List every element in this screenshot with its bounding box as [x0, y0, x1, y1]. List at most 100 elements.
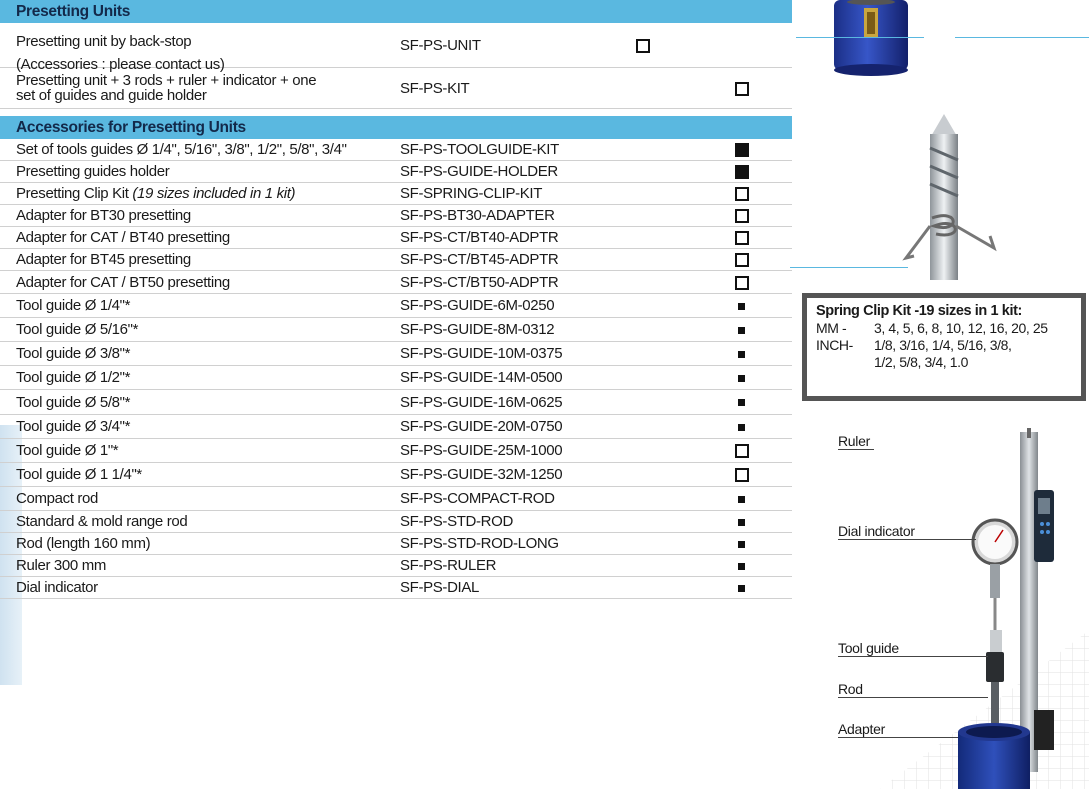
- desc-text: Tool guide Ø 3/8"*: [16, 345, 131, 362]
- table-row: Presetting unit by back-stop (Accessorie…: [0, 23, 792, 73]
- table-row: Ruler 300 mm SF-PS-RULER: [0, 555, 792, 577]
- small-square-icon: [738, 585, 745, 592]
- clip-kit-title: Spring Clip Kit -19 sizes in 1 kit:: [816, 303, 1022, 319]
- row-description: Set of tools guides Ø 1/4", 5/16", 3/8",…: [16, 139, 347, 161]
- callout-adapter: Adapter: [838, 721, 958, 738]
- desc-text: Ruler 300 mm: [16, 557, 106, 574]
- row-description: Tool guide Ø 1 1/4"*: [16, 463, 142, 487]
- row-description: Adapter for CAT / BT40 presetting: [16, 227, 230, 249]
- table-row: Tool guide Ø 5/16"* SF-PS-GUIDE-8M-0312: [0, 318, 792, 342]
- section-header-accessories: Accessories for Presetting Units: [0, 116, 792, 139]
- empty-square-icon: [735, 209, 749, 223]
- table-row: Tool guide Ø 1/4"* SF-PS-GUIDE-6M-0250: [0, 294, 792, 318]
- inch-values: 1/8, 3/16, 1/4, 5/16, 3/8,: [874, 337, 1012, 353]
- accessories-rows: Set of tools guides Ø 1/4", 5/16", 3/8",…: [0, 139, 792, 599]
- empty-square-icon: [735, 444, 749, 458]
- desc-text: Standard & mold range rod: [16, 513, 188, 530]
- small-square-icon: [738, 563, 745, 570]
- table-row: Presetting Clip Kit (19 sizes included i…: [0, 183, 792, 205]
- product-table: Presetting Units Presetting unit by back…: [0, 0, 792, 599]
- row-description: Adapter for BT45 presetting: [16, 249, 191, 271]
- table-row: Adapter for CAT / BT40 presetting SF-PS-C…: [0, 227, 792, 249]
- desc-text: Compact rod: [16, 490, 99, 507]
- row-code: SF-PS-GUIDE-6M-0250: [400, 297, 555, 314]
- row-description: Tool guide Ø 1"*: [16, 439, 119, 463]
- mm-label: MM -: [816, 320, 847, 336]
- table-row: Adapter for CAT / BT50 presetting SF-PS-C…: [0, 271, 792, 294]
- desc-text: Set of tools guides Ø 1/4", 5/16", 3/8",…: [16, 141, 347, 158]
- table-row: Presetting unit + 3 rods + ruler + indic…: [0, 68, 792, 109]
- row-description: Tool guide Ø 3/4"*: [16, 415, 130, 439]
- row-description: Presetting Clip Kit (19 sizes included i…: [16, 183, 296, 205]
- row-code: SF-PS-GUIDE-14M-0500: [400, 369, 563, 386]
- row-description: Compact rod: [16, 487, 98, 511]
- table-row: Tool guide Ø 1"* SF-PS-GUIDE-25M-1000: [0, 439, 792, 463]
- row-code: SF-PS-CT/BT40-ADPTR: [400, 229, 559, 246]
- table-row: Standard & mold range rod SF-PS-STD-ROD: [0, 511, 792, 533]
- callout-dial-indicator: Dial indicator: [838, 523, 976, 540]
- row-code: SF-PS-TOOLGUIDE-KIT: [400, 141, 559, 158]
- row-code: SF-PS-COMPACT-ROD: [400, 490, 555, 507]
- desc-text: Rod (length 160 mm): [16, 535, 151, 552]
- small-square-icon: [738, 351, 745, 358]
- table-row: Tool guide Ø 1 1/4"* SF-PS-GUIDE-32M-1250: [0, 463, 792, 487]
- spring-clip-image: [900, 108, 1000, 280]
- desc-line: Presetting unit by back-stop: [16, 33, 192, 50]
- filled-square-icon: [735, 143, 749, 157]
- table-row: Dial indicator SF-PS-DIAL: [0, 577, 792, 599]
- desc-text: Adapter for BT30 presetting: [16, 207, 191, 224]
- desc-text: Tool guide Ø 5/16"*: [16, 321, 139, 338]
- row-code: SF-PS-DIAL: [400, 579, 480, 596]
- clip-kit-inch-cont: 1/2, 5/8, 3/4, 1.0: [816, 354, 1072, 371]
- small-square-icon: [738, 327, 745, 334]
- table-row: Adapter for BT45 presetting SF-PS-CT/BT45…: [0, 249, 792, 271]
- row-description: Tool guide Ø 1/4"*: [16, 294, 130, 318]
- row-description: Ruler 300 mm: [16, 555, 106, 577]
- row-code: SF-PS-RULER: [400, 557, 497, 574]
- clip-kit-inch: INCH- 1/8, 3/16, 1/4, 5/16, 3/8,: [816, 337, 1072, 354]
- desc-text: Tool guide Ø 1 1/4"*: [16, 466, 142, 483]
- row-description: Rod (length 160 mm): [16, 533, 151, 555]
- small-square-icon: [738, 424, 745, 431]
- row-description: Tool guide Ø 3/8"*: [16, 342, 130, 366]
- row-description: Adapter for CAT / BT50 presetting: [16, 271, 230, 294]
- row-description: Adapter for BT30 presetting: [16, 205, 191, 227]
- small-square-icon: [738, 303, 745, 310]
- mm-values: 3, 4, 5, 6, 8, 10, 12, 16, 20, 25: [874, 320, 1048, 336]
- row-description: Standard & mold range rod: [16, 511, 188, 533]
- inch-label: INCH-: [816, 337, 853, 353]
- small-square-icon: [738, 519, 745, 526]
- row-description: Tool guide Ø 5/8"*: [16, 390, 130, 415]
- table-row: Presetting guides holder SF-PS-GUIDE-HOLD…: [0, 161, 792, 183]
- table-row: Compact rod SF-PS-COMPACT-ROD: [0, 487, 792, 511]
- section-header-presetting-units: Presetting Units: [0, 0, 792, 23]
- divider-line: [796, 37, 924, 38]
- row-description: Dial indicator: [16, 577, 98, 599]
- presetting-unit-image: [834, 0, 908, 76]
- desc-text: Adapter for CAT / BT50 presetting: [16, 274, 230, 291]
- desc-line: set of guides and guide holder: [16, 87, 207, 104]
- callout-ruler: Ruler: [838, 433, 874, 450]
- row-code: SF-PS-GUIDE-25M-1000: [400, 442, 563, 459]
- row-code: SF-PS-GUIDE-8M-0312: [400, 321, 555, 338]
- desc-text: Tool guide Ø 1/4"*: [16, 297, 131, 314]
- desc-text: Tool guide Ø 3/4"*: [16, 418, 131, 435]
- row-code: SF-SPRING-CLIP-KIT: [400, 185, 543, 202]
- table-row: Set of tools guides Ø 1/4", 5/16", 3/8",…: [0, 139, 792, 161]
- row-code: SF-PS-GUIDE-16M-0625: [400, 394, 563, 411]
- row-code: SF-PS-GUIDE-20M-0750: [400, 418, 563, 435]
- row-description: Presetting guides holder: [16, 161, 170, 183]
- row-description: Tool guide Ø 5/16"*: [16, 318, 138, 342]
- desc-text: Adapter for CAT / BT40 presetting: [16, 229, 230, 246]
- row-code: SF-PS-KIT: [400, 80, 470, 97]
- table-row: Adapter for BT30 presetting SF-PS-BT30-AD…: [0, 205, 792, 227]
- table-row: Tool guide Ø 5/8"* SF-PS-GUIDE-16M-0625: [0, 390, 792, 415]
- row-code: SF-PS-STD-ROD: [400, 513, 513, 530]
- callout-tool-guide: Tool guide: [838, 640, 988, 657]
- empty-square-icon: [735, 253, 749, 267]
- desc-text: Tool guide Ø 1"*: [16, 442, 119, 459]
- small-square-icon: [738, 541, 745, 548]
- empty-square-icon: [735, 187, 749, 201]
- inch-values-cont: 1/2, 5/8, 3/4, 1.0: [874, 354, 968, 370]
- empty-square-icon: [735, 82, 749, 96]
